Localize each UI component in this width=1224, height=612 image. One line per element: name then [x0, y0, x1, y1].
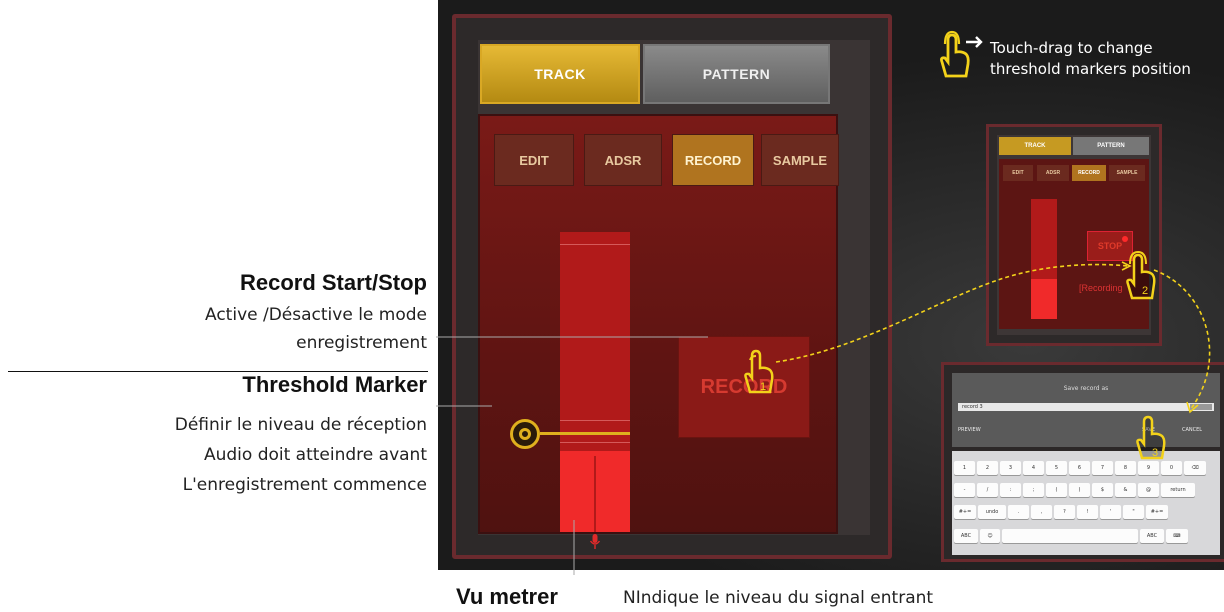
annotation-connectors	[436, 336, 708, 575]
vu-meter-title: Vu metrer	[456, 584, 558, 609]
vu-meter-desc: NIndique le niveau du signal entrant	[623, 588, 934, 608]
